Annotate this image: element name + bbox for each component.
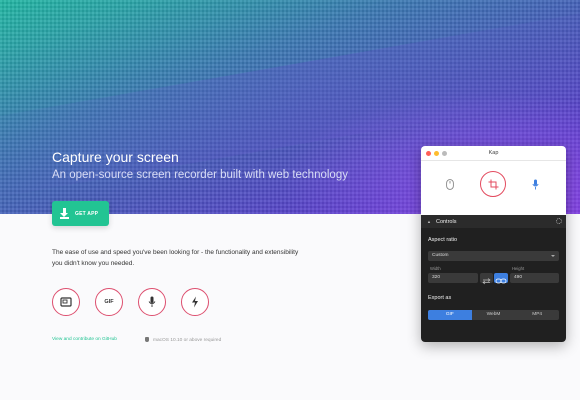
kap-titlebar: Kap <box>421 146 566 161</box>
gear-icon[interactable] <box>556 218 562 224</box>
feature-fast[interactable] <box>181 288 209 316</box>
height-label: Height <box>512 266 525 271</box>
height-input[interactable]: 490 <box>510 273 559 283</box>
get-app-label: GET APP <box>75 210 99 217</box>
feature-screen[interactable] <box>52 288 80 316</box>
microphone-icon <box>531 179 539 189</box>
cursor-toggle-button[interactable] <box>437 171 463 197</box>
hero-title: Capture your screen <box>52 149 179 165</box>
collapse-caret-icon: ▲ <box>427 219 431 224</box>
download-icon-base <box>60 217 69 219</box>
lock-ratio-button[interactable] <box>494 273 508 284</box>
feature-audio[interactable] <box>138 288 166 316</box>
apple-icon <box>145 337 149 342</box>
screen-icon <box>60 297 72 307</box>
controls-label: Controls <box>435 218 457 225</box>
crop-icon <box>488 179 498 189</box>
kap-controls-panel: ▲ Controls Aspect ratio Custom Width Hei… <box>421 215 566 342</box>
lightning-icon <box>192 296 198 308</box>
kap-window: Kap ▲ Controls Aspect ratio Custom Width… <box>421 146 566 342</box>
aspect-ratio-select[interactable]: Custom <box>428 251 559 261</box>
mouse-icon <box>446 178 454 190</box>
requirement-text: macOS 10.10 or above required <box>153 338 222 343</box>
width-input[interactable]: 320 <box>428 273 478 283</box>
landing-page: Capture your screen An open-source scree… <box>0 0 580 400</box>
intro-description: The ease of use and speed you've been lo… <box>52 249 299 267</box>
link-icon <box>495 278 507 284</box>
gif-icon: GIF <box>104 299 114 305</box>
hero-subtitle: An open-source screen recorder built wit… <box>52 169 348 181</box>
audio-toggle-button[interactable] <box>522 171 548 197</box>
export-label: Export as <box>428 295 452 301</box>
feature-gif[interactable]: GIF <box>95 288 123 316</box>
aspect-ratio-label: Aspect ratio <box>428 237 458 243</box>
format-gif-button[interactable]: GIF <box>428 310 472 320</box>
export-format-segmented: GIF WebM MP4 <box>428 310 559 320</box>
format-mp4-button[interactable]: MP4 <box>515 310 559 320</box>
format-webm-button[interactable]: WebM <box>472 310 516 320</box>
github-link[interactable]: View and contribute on GitHub <box>52 337 117 342</box>
get-app-button[interactable]: GET APP <box>52 201 109 226</box>
controls-header[interactable]: ▲ Controls <box>421 215 566 228</box>
kap-toolbar: Kap <box>421 146 566 215</box>
crop-button[interactable] <box>480 171 506 197</box>
width-label: Width <box>430 266 441 271</box>
system-requirement: macOS 10.10 or above required <box>145 337 221 343</box>
kap-window-title: Kap <box>488 150 499 156</box>
microphone-icon <box>148 296 156 307</box>
swap-dimensions-button[interactable] <box>480 273 493 285</box>
swap-icon <box>482 278 491 285</box>
